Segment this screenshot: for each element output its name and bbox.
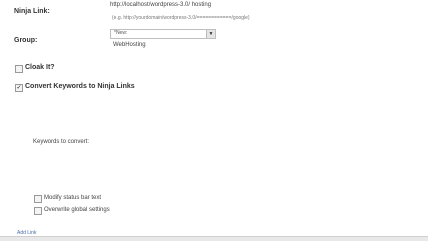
- ninja-link-example: (e.g. http://yourdomain/wordpress-3.0/==…: [112, 15, 250, 21]
- convert-keywords-label: Convert Keywords to Ninja Links: [25, 83, 135, 90]
- modify-status-label: Modify status bar text: [44, 195, 102, 201]
- group-select-value: *New:: [114, 30, 128, 36]
- cloak-label: Cloak It?: [25, 64, 55, 71]
- bottom-toolbar: [0, 236, 428, 241]
- ninja-link-input[interactable]: http://localhost/wordpress-3.0/ hosting: [110, 2, 211, 8]
- keywords-to-convert-label: Keywords to convert:: [33, 139, 90, 145]
- new-group-input[interactable]: WebHosting: [113, 42, 146, 48]
- group-select[interactable]: *New: ▼: [110, 29, 216, 39]
- ninja-link-label: Ninja Link:: [14, 8, 50, 15]
- overwrite-global-checkbox[interactable]: [34, 207, 42, 215]
- cloak-checkbox[interactable]: [15, 65, 23, 73]
- overwrite-global-label: Overwrite global settings: [44, 207, 110, 213]
- modify-status-checkbox[interactable]: [34, 195, 42, 203]
- group-label: Group:: [14, 37, 38, 44]
- chevron-down-icon[interactable]: ▼: [206, 30, 215, 38]
- convert-keywords-checkbox[interactable]: ✓: [15, 84, 23, 92]
